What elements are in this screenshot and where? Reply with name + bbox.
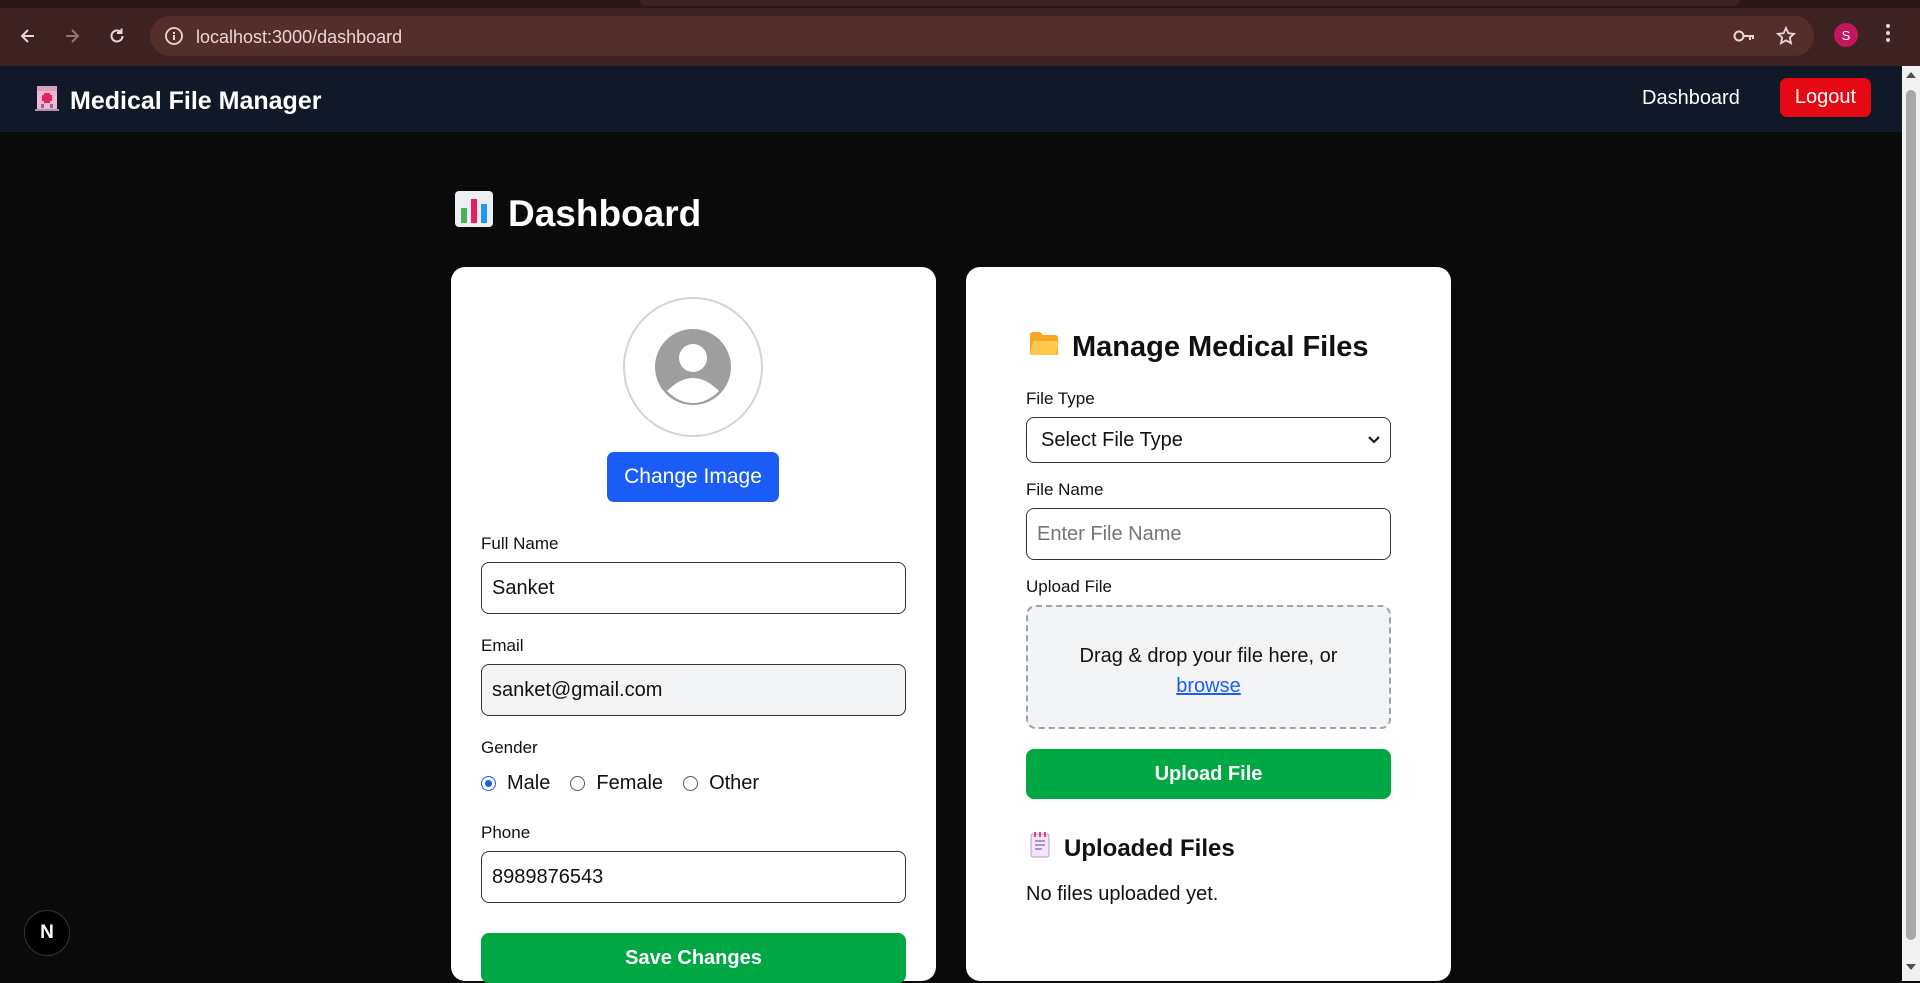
profile-avatar[interactable]: S xyxy=(1834,23,1858,47)
gender-label: Gender xyxy=(481,738,538,757)
site-info-icon[interactable] xyxy=(164,26,184,51)
back-arrow-icon xyxy=(20,29,34,43)
active-tab-edge xyxy=(640,0,1740,6)
address-bar[interactable]: localhost:3000/dashboard xyxy=(150,16,1814,56)
email-label: Email xyxy=(481,636,524,655)
gender-option-other[interactable]: Other xyxy=(683,772,759,795)
url-text[interactable]: localhost:3000/dashboard xyxy=(196,27,402,48)
reload-button[interactable] xyxy=(101,20,133,52)
radio-male[interactable] xyxy=(481,776,496,791)
avatar xyxy=(623,297,763,437)
uploaded-files-title: Uploaded Files xyxy=(1064,834,1235,862)
scroll-up-arrow-icon[interactable] xyxy=(1906,72,1916,78)
nextjs-devtools-badge[interactable]: N xyxy=(24,910,70,956)
forward-arrow-icon xyxy=(66,29,80,43)
gender-option-label: Female xyxy=(596,772,664,794)
radio-other[interactable] xyxy=(683,776,699,791)
browse-link[interactable]: browse xyxy=(1176,675,1240,697)
forward-button[interactable] xyxy=(56,20,88,52)
brand-title: Medical File Manager xyxy=(70,87,322,115)
page-scrollbar[interactable] xyxy=(1902,66,1920,981)
nav-dashboard-link[interactable]: Dashboard xyxy=(1642,87,1740,110)
chevron-down-icon xyxy=(1368,436,1380,444)
manage-files-heading: Manage Medical Files xyxy=(1028,329,1369,365)
gender-option-male[interactable]: Male xyxy=(481,772,550,795)
file-name-label: File Name xyxy=(1026,480,1104,499)
back-button[interactable] xyxy=(12,20,44,52)
page-title: Dashboard xyxy=(454,190,701,237)
file-type-select[interactable]: Select File Type xyxy=(1026,417,1391,463)
empty-files-message: No files uploaded yet. xyxy=(1026,883,1219,905)
bar-chart-icon xyxy=(454,190,494,237)
browser-chrome: localhost:3000/dashboard S xyxy=(0,0,1920,66)
radio-female[interactable] xyxy=(570,776,586,791)
upload-file-button[interactable]: Upload File xyxy=(1026,749,1391,799)
password-key-icon[interactable] xyxy=(1732,26,1756,51)
file-type-label: File Type xyxy=(1026,389,1095,408)
full-name-label: Full Name xyxy=(481,534,559,553)
hospital-icon xyxy=(34,84,60,119)
scrollbar-thumb[interactable] xyxy=(1906,90,1916,940)
scroll-down-arrow-icon[interactable] xyxy=(1906,964,1916,970)
profile-card: Change Image Full Name Sanket Email sank… xyxy=(451,267,936,983)
user-avatar-icon xyxy=(655,329,731,405)
dropzone-text: Drag & drop your file here, or xyxy=(1079,645,1338,667)
gender-option-label: Male xyxy=(507,772,551,794)
save-changes-button[interactable]: Save Changes xyxy=(481,933,906,983)
uploaded-files-heading: Uploaded Files xyxy=(1028,831,1235,866)
gender-option-label: Other xyxy=(709,772,760,794)
file-name-input[interactable] xyxy=(1026,508,1391,560)
file-dropzone[interactable]: Drag & drop your file here, or browse xyxy=(1026,605,1391,729)
folder-icon xyxy=(1028,329,1060,365)
manage-files-title: Manage Medical Files xyxy=(1072,330,1369,363)
app-navbar: Medical File Manager Dashboard Logout xyxy=(0,66,1902,132)
reload-icon xyxy=(110,28,124,43)
browser-menu-icon[interactable] xyxy=(1884,22,1892,49)
bookmark-star-icon[interactable] xyxy=(1775,25,1797,51)
phone-input[interactable]: 8989876543 xyxy=(481,851,906,903)
page-title-text: Dashboard xyxy=(508,192,702,234)
change-image-button[interactable]: Change Image xyxy=(607,452,779,502)
phone-label: Phone xyxy=(481,823,531,842)
gender-option-female[interactable]: Female xyxy=(570,772,663,795)
full-name-input[interactable]: Sanket xyxy=(481,562,906,614)
gender-radio-group: Male Female Other xyxy=(481,772,779,795)
brand[interactable]: Medical File Manager xyxy=(34,84,321,119)
tab-strip xyxy=(0,0,1920,8)
file-type-selected: Select File Type xyxy=(1041,428,1183,451)
upload-file-label: Upload File xyxy=(1026,577,1112,596)
notepad-icon xyxy=(1028,831,1052,866)
logout-button[interactable]: Logout xyxy=(1780,78,1871,117)
nextjs-logo-icon: N xyxy=(40,922,54,943)
files-card: Manage Medical Files File Type Select Fi… xyxy=(966,267,1451,981)
email-field[interactable]: sanket@gmail.com xyxy=(481,664,906,716)
